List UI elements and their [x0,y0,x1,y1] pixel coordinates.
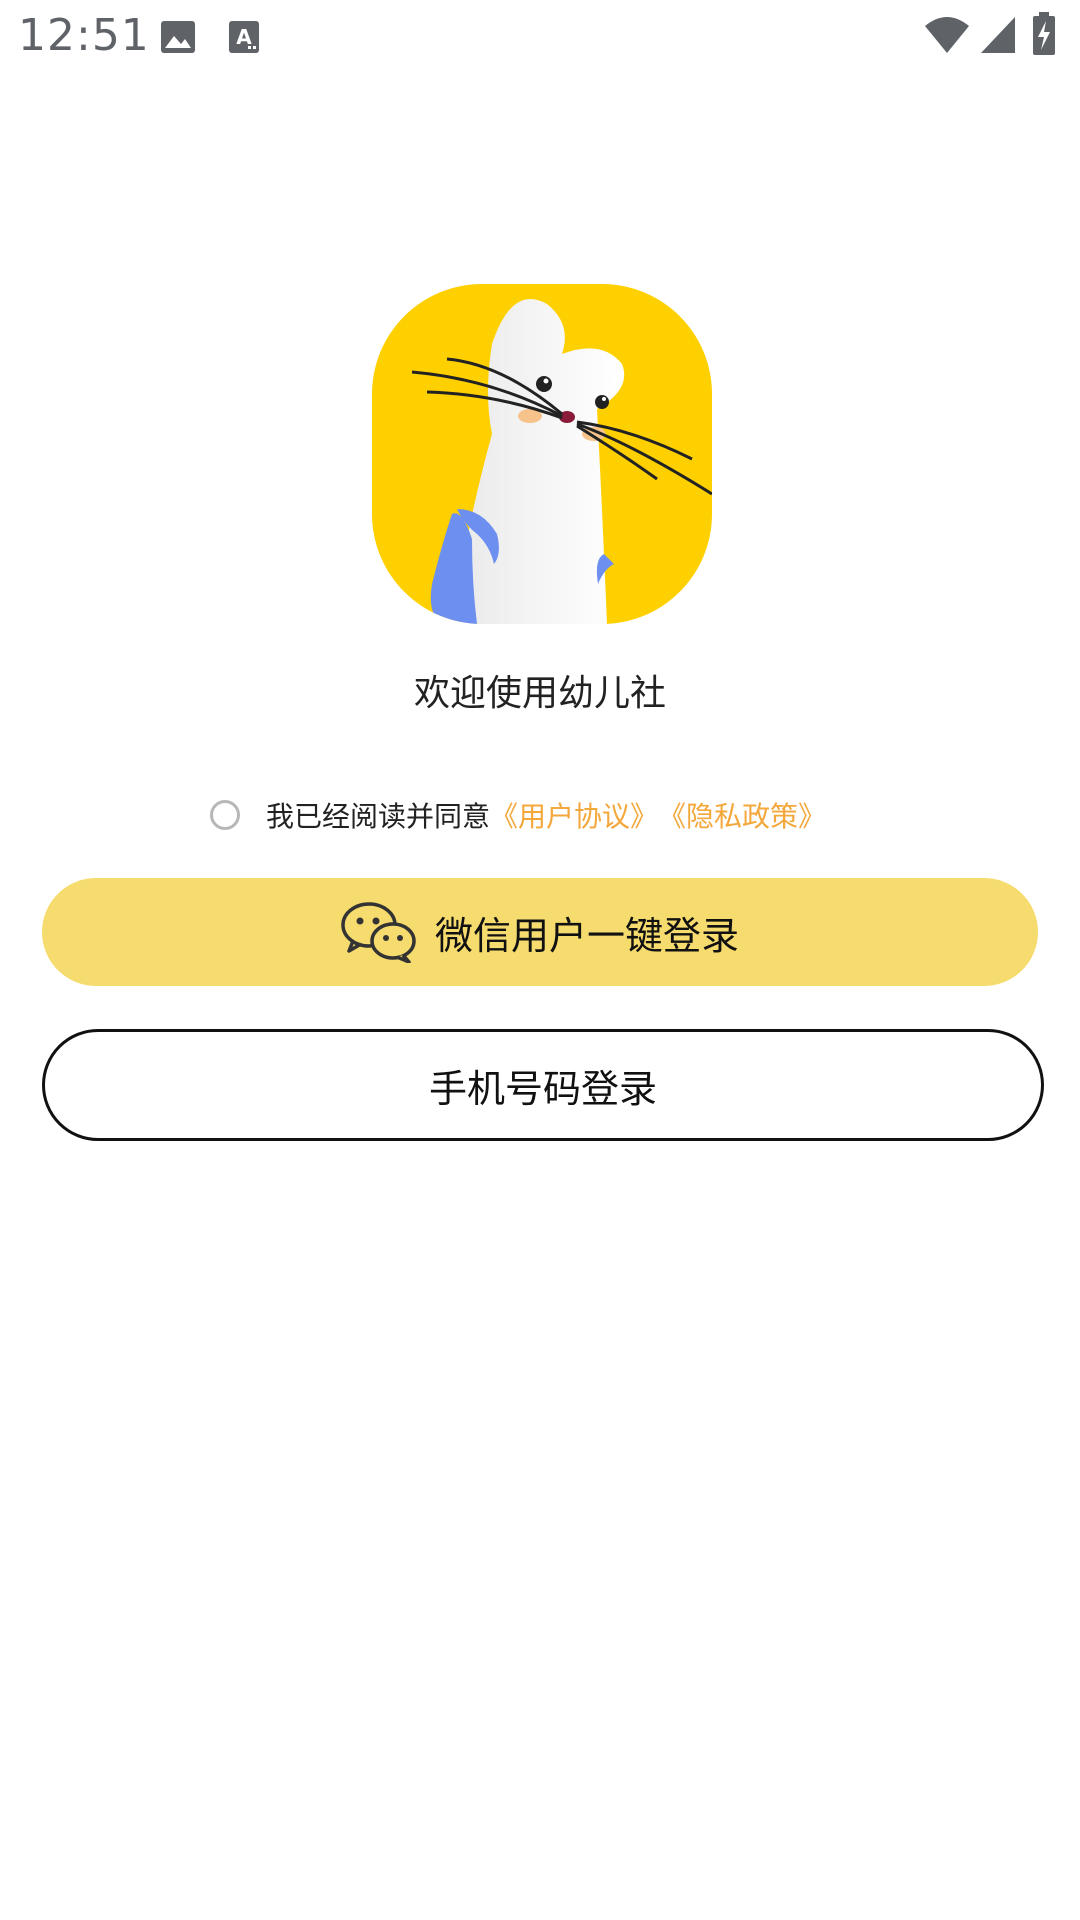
battery-charging-icon [1032,12,1056,60]
wechat-login-button[interactable]: 微信用户一键登录 [42,878,1038,986]
wechat-icon [341,901,417,964]
agreement-text: 我已经阅读并同意 [266,800,491,833]
wifi-icon [924,16,970,58]
privacy-policy-link[interactable]: 《隐私政策》 [658,795,826,835]
text-a-icon: A [228,20,260,58]
phone-login-button[interactable]: 手机号码登录 [42,1029,1044,1141]
agreement-checkbox[interactable] [210,800,240,830]
welcome-text: 欢迎使用幼儿社 [413,673,666,714]
status-time: 12:51 [18,10,150,61]
app-logo [372,284,712,624]
phone-login-label: 手机号码登录 [428,1066,657,1111]
svg-text:A: A [236,25,252,49]
status-bar: 12:51 A [0,0,1080,76]
image-icon [160,20,196,58]
login-screen: 12:51 A 欢迎使用幼儿社 我已经阅读并同意 《用户协议》 《隐私政策》 微… [0,0,1080,1920]
user-agreement-link[interactable]: 《用户协议》 [490,795,658,835]
agreement-row: 我已经阅读并同意 《用户协议》 《隐私政策》 [210,790,826,840]
signal-icon [980,16,1016,58]
wechat-login-label: 微信用户一键登录 [434,913,739,958]
